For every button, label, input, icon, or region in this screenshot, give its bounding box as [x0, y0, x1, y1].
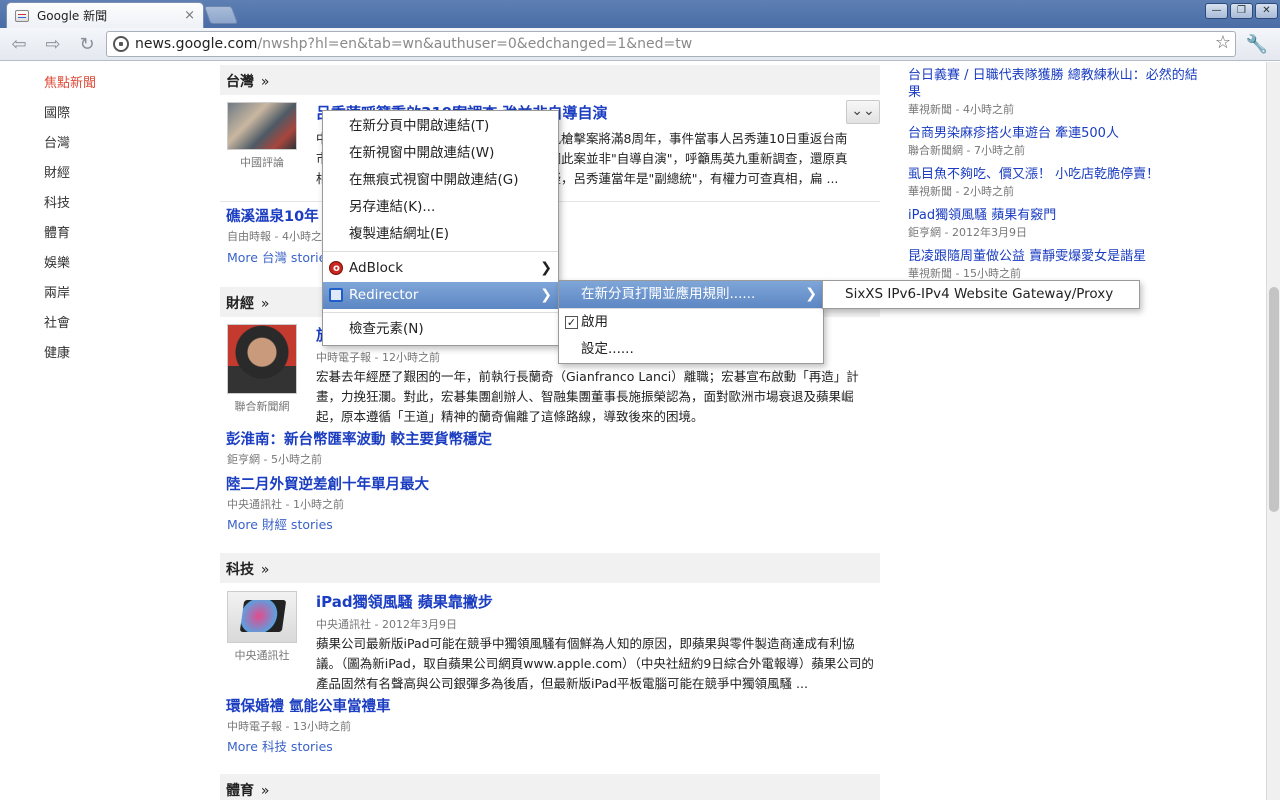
- menu-settings[interactable]: 設定......: [559, 336, 823, 363]
- sub-source-finance-1: 鉅亨網 - 5小時之前: [227, 453, 322, 466]
- right-story-source: 華視新聞 - 4小時之前: [908, 103, 1014, 116]
- menu-separator: [323, 312, 558, 313]
- street-photo: [227, 102, 297, 150]
- more-tech-link[interactable]: More 科技 stories: [227, 736, 333, 755]
- menu-separator: [323, 251, 558, 252]
- right-story-title[interactable]: 昆凌跟隨周董做公益 賣靜雯爆愛女是諧星: [908, 248, 1198, 265]
- menu-open-new-window[interactable]: 在新視窗中開啟連結(W): [323, 140, 558, 167]
- list-item: 虱目魚不夠吃、價又漲！ 小吃店乾脆停賣！ 華視新聞 - 2小時之前: [908, 166, 1198, 201]
- nav-item-top-stories[interactable]: 焦點新聞: [44, 72, 96, 102]
- submenu-arrow-icon: ❯: [540, 260, 552, 276]
- sub-source-finance-2: 中央通訊社 - 1小時之前: [227, 498, 344, 511]
- section-header-sports[interactable]: 體育 »: [220, 774, 880, 800]
- story-thumbnail[interactable]: 中央通訊社: [226, 591, 298, 663]
- right-story-title[interactable]: iPad獨領風騷 蘋果有竅門: [908, 207, 1198, 224]
- tab-title: Google 新聞: [37, 9, 108, 23]
- news-favicon-icon: [15, 9, 29, 22]
- forward-arrow-icon[interactable]: ⇨: [42, 34, 64, 56]
- menu-open-incognito[interactable]: 在無痕式視窗中開啟連結(G): [323, 167, 558, 194]
- story-thumbnail[interactable]: 中國評論: [226, 102, 298, 170]
- right-story-source: 聯合新聞網 - 7小時之前: [908, 144, 1025, 157]
- adblock-icon: [329, 255, 343, 282]
- sub-headline-taiwan[interactable]: 礁溪溫泉10年: [226, 205, 319, 226]
- redirector-submenu: 在新分頁打開並應用規則...... ❯ ✓ 啟用 設定......: [558, 280, 824, 364]
- menu-redirector[interactable]: Redirector ❯: [323, 282, 558, 309]
- nav-item-business[interactable]: 財經: [44, 162, 96, 192]
- menu-open-new-tab[interactable]: 在新分頁中開啟連結(T): [323, 113, 558, 140]
- right-story-source: 鉅亨網 - 2012年3月9日: [908, 226, 1027, 239]
- story-tech: 中央通訊社 iPad獨領風騷 蘋果靠撇步 中央通訊社 - 2012年3月9日 蘋…: [226, 591, 880, 691]
- right-column: 台日義賽 / 日職代表隊獲勝 總教練秋山：必然的結果 華視新聞 - 4小時之前 …: [908, 67, 1198, 289]
- list-item: 台商男染麻疹搭火車遊台 牽連500人 聯合新聞網 - 7小時之前: [908, 125, 1198, 160]
- browser-toolbar: ⇦ ⇨ ↻ news.google.com/nwshp?hl=en&tab=wn…: [0, 28, 1280, 61]
- maximize-button[interactable]: ❐: [1230, 3, 1253, 19]
- list-item: iPad獨領風騷 蘋果有竅門 鉅亨網 - 2012年3月9日: [908, 207, 1198, 242]
- browser-tab[interactable]: Google 新聞 ×: [6, 2, 204, 28]
- nav-item-tech[interactable]: 科技: [44, 192, 96, 222]
- menu-sixxs-gateway[interactable]: SixXS IPv6-IPv4 Website Gateway/Proxy: [823, 281, 1139, 308]
- sub-headline-finance-2[interactable]: 陸二月外貿逆差創十年單月最大: [226, 473, 429, 494]
- right-story-source: 華視新聞 - 2小時之前: [908, 185, 1014, 198]
- reload-icon[interactable]: ↻: [76, 34, 98, 56]
- rule-submenu: SixXS IPv6-IPv4 Website Gateway/Proxy: [822, 280, 1140, 309]
- wrench-menu-icon[interactable]: 🔧: [1246, 34, 1268, 55]
- window-controls: — ❐ ✕: [1205, 3, 1278, 19]
- nav-item-cross-strait[interactable]: 兩岸: [44, 282, 96, 312]
- title-bar: Google 新聞 × — ❐ ✕: [0, 0, 1280, 28]
- nav-item-health[interactable]: 健康: [44, 342, 96, 372]
- tab-close-icon[interactable]: ×: [184, 8, 195, 23]
- menu-save-link[interactable]: 另存連結(K)...: [323, 194, 558, 221]
- sub-source-taiwan: 自由時報 - 4小時之: [227, 230, 322, 243]
- menu-adblock[interactable]: AdBlock ❯: [323, 255, 558, 282]
- vertical-scrollbar[interactable]: [1266, 62, 1280, 800]
- right-story-title[interactable]: 虱目魚不夠吃、價又漲！ 小吃店乾脆停賣！: [908, 166, 1198, 183]
- more-taiwan-link[interactable]: More 台灣 stories: [227, 247, 333, 266]
- checkmark-icon: ✓: [565, 316, 578, 329]
- list-item: 昆凌跟隨周董做公益 賣靜雯爆愛女是諧星 華視新聞 - 15小時之前: [908, 248, 1198, 283]
- menu-enable[interactable]: ✓ 啟用: [559, 309, 823, 336]
- section-header-taiwan[interactable]: 台灣 »: [220, 65, 880, 95]
- address-bar[interactable]: news.google.com/nwshp?hl=en&tab=wn&authu…: [106, 31, 1236, 57]
- nav-item-world[interactable]: 國際: [44, 102, 96, 132]
- ipad-photo: [227, 591, 297, 643]
- story-snippet: 宏碁去年經歷了艱困的一年，前執行長蘭奇（Gianfranco Lanci）離職；…: [316, 369, 859, 424]
- menu-open-with-rule[interactable]: 在新分頁打開並應用規則...... ❯: [559, 281, 823, 308]
- right-story-title[interactable]: 台日義賽 / 日職代表隊獲勝 總教練秋山：必然的結果: [908, 67, 1198, 101]
- nav-item-taiwan[interactable]: 台灣: [44, 132, 96, 162]
- url-text: news.google.com/nwshp?hl=en&tab=wn&authu…: [135, 36, 693, 52]
- nav-item-entertainment[interactable]: 娛樂: [44, 252, 96, 282]
- bookmark-star-icon[interactable]: ☆: [1215, 32, 1231, 53]
- story-headline[interactable]: iPad獨領風騷 蘋果靠撇步: [316, 591, 878, 612]
- sub-source-tech-1: 中時電子報 - 13小時之前: [227, 720, 351, 733]
- sub-headline-tech-1[interactable]: 環保婚禮 氫能公車當禮車: [226, 695, 391, 716]
- nav-item-sports[interactable]: 體育: [44, 222, 96, 252]
- close-window-button[interactable]: ✕: [1255, 3, 1278, 19]
- submenu-arrow-icon: ❯: [540, 287, 552, 303]
- person-photo: [227, 324, 297, 394]
- story-source: 中央通訊社 - 2012年3月9日: [316, 618, 457, 631]
- scrollbar-thumb[interactable]: [1269, 287, 1279, 512]
- minimize-button[interactable]: —: [1205, 3, 1228, 19]
- page-info-icon[interactable]: [113, 36, 129, 52]
- section-header-tech[interactable]: 科技 »: [220, 553, 880, 583]
- submenu-arrow-icon: ❯: [805, 286, 817, 302]
- nav-item-society[interactable]: 社會: [44, 312, 96, 342]
- story-thumbnail[interactable]: 聯合新聞網: [226, 324, 298, 414]
- news-page: 焦點新聞 國際 台灣 財經 科技 體育 娛樂 兩岸 社會 健康 台灣 » ⌄⌄ …: [0, 62, 1266, 800]
- redirector-icon: [329, 288, 343, 302]
- sub-headline-finance-1[interactable]: 彭淮南：新台幣匯率波動 較主要貨幣穩定: [226, 428, 492, 449]
- context-menu: 在新分頁中開啟連結(T) 在新視窗中開啟連結(W) 在無痕式視窗中開啟連結(G)…: [322, 110, 559, 346]
- new-tab-button[interactable]: [203, 6, 239, 24]
- menu-copy-link[interactable]: 複製連結網址(E): [323, 221, 558, 248]
- list-item: 台日義賽 / 日職代表隊獲勝 總教練秋山：必然的結果 華視新聞 - 4小時之前: [908, 67, 1198, 119]
- more-finance-link[interactable]: More 財經 stories: [227, 514, 333, 533]
- right-story-title[interactable]: 台商男染麻疹搭火車遊台 牽連500人: [908, 125, 1198, 142]
- story-snippet: 蘋果公司最新版iPad可能在競爭中獨領風騷有個鮮為人知的原因，即蘋果與零件製造商…: [316, 636, 874, 691]
- menu-inspect-element[interactable]: 檢查元素(N): [323, 316, 558, 343]
- section-nav: 焦點新聞 國際 台灣 財經 科技 體育 娛樂 兩岸 社會 健康: [44, 72, 96, 372]
- back-arrow-icon[interactable]: ⇦: [8, 34, 30, 56]
